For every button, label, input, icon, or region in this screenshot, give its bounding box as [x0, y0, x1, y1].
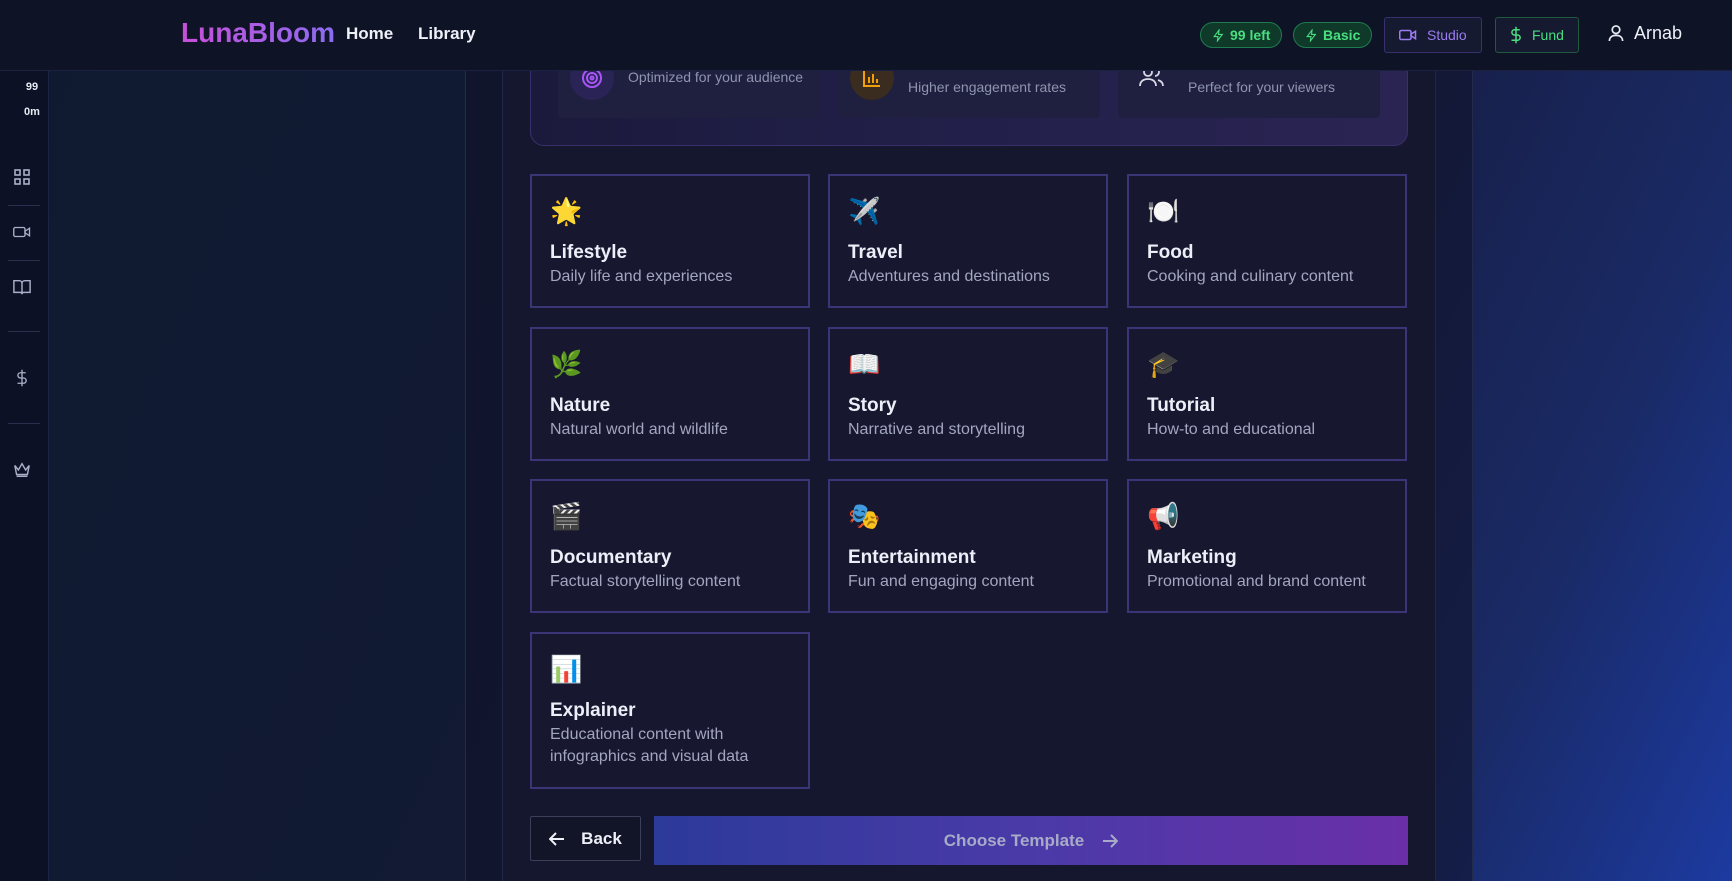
dollar-icon	[1511, 26, 1521, 44]
category-card-nature[interactable]: 🌿 Nature Natural world and wildlife	[530, 327, 810, 461]
category-description: How-to and educational	[1147, 421, 1316, 438]
arrow-right-icon	[1103, 833, 1119, 848]
credits-text: 99 left	[1230, 27, 1271, 43]
category-title: Entertainment	[848, 547, 976, 568]
fund-button[interactable]: Fund	[1495, 17, 1579, 53]
crown-icon[interactable]	[13, 461, 31, 479]
theater-masks-icon: 🎭	[848, 501, 881, 531]
category-card-travel[interactable]: ✈️ Travel Adventures and destinations	[828, 174, 1108, 308]
airplane-icon: ✈️	[848, 196, 881, 226]
category-card-explainer[interactable]: 📊 Explainer Educational content with inf…	[530, 632, 810, 789]
credits-badge: 99 left	[1200, 22, 1283, 48]
studio-button[interactable]: Studio	[1384, 17, 1482, 53]
app-logo[interactable]: LunaBloom	[181, 17, 335, 49]
category-description: Educational content with infographics an…	[550, 726, 749, 765]
category-card-documentary[interactable]: 🎬 Documentary Factual storytelling conte…	[530, 479, 810, 613]
clapper-board-icon: 🎬	[550, 501, 583, 531]
category-description: Factual storytelling content	[550, 573, 741, 590]
sidebar-divider	[8, 331, 40, 332]
plan-badge: Basic	[1293, 22, 1373, 48]
herb-icon: 🌿	[550, 349, 583, 379]
category-card-tutorial[interactable]: 🎓 Tutorial How-to and educational	[1127, 327, 1407, 461]
category-title: Food	[1147, 242, 1194, 263]
category-description: Fun and engaging content	[848, 573, 1034, 590]
back-label: Back	[581, 828, 622, 848]
lightning-icon	[1213, 28, 1224, 42]
category-card-lifestyle[interactable]: 🌟 Lifestyle Daily life and experiences	[530, 174, 810, 308]
category-title: Travel	[848, 242, 903, 263]
category-card-story[interactable]: 📖 Story Narrative and storytelling	[828, 327, 1108, 461]
benefit-text: Higher engagement rates	[908, 79, 1066, 95]
graduation-cap-icon: 🎓	[1147, 349, 1180, 379]
video-camera-icon	[1399, 29, 1417, 41]
open-book-icon: 📖	[848, 349, 881, 379]
top-navigation-bar: LunaBloom Home Library 99 left Basic Stu…	[0, 0, 1732, 71]
left-sidebar: 99 0m	[0, 71, 49, 881]
category-title: Documentary	[550, 547, 672, 568]
video-icon[interactable]	[13, 223, 31, 241]
sidebar-divider	[8, 423, 40, 424]
time-remaining: 0m	[24, 106, 40, 118]
benefit-text: Perfect for your viewers	[1188, 79, 1336, 95]
lightning-icon	[1306, 28, 1317, 42]
choose-template-button[interactable]: Choose Template	[654, 816, 1408, 865]
category-description: Narrative and storytelling	[848, 421, 1025, 438]
credit-count: 99	[25, 81, 39, 93]
dollar-icon[interactable]	[13, 369, 31, 387]
dashboard-icon[interactable]	[13, 168, 31, 186]
category-description: Adventures and destinations	[848, 268, 1050, 285]
category-card-entertainment[interactable]: 🎭 Entertainment Fun and engaging content	[828, 479, 1108, 613]
category-title: Lifestyle	[550, 242, 628, 263]
sidebar-divider	[8, 260, 40, 261]
arrow-left-icon	[549, 831, 565, 846]
user-name: Arnab	[1634, 23, 1683, 43]
nav-home-link[interactable]: Home	[346, 24, 393, 44]
megaphone-icon: 📢	[1147, 501, 1180, 531]
category-description: Natural world and wildlife	[550, 421, 728, 438]
category-title: Marketing	[1147, 547, 1237, 568]
choose-template-label: Choose Template	[943, 830, 1085, 850]
user-menu[interactable]: Arnab	[1608, 23, 1682, 44]
nav-library-link[interactable]: Library	[418, 24, 476, 44]
category-card-food[interactable]: 🍽️ Food Cooking and culinary content	[1127, 174, 1407, 308]
category-title: Nature	[550, 395, 611, 416]
fund-label: Fund	[1532, 27, 1564, 43]
plan-text: Basic	[1323, 27, 1361, 43]
user-icon	[1608, 25, 1624, 42]
category-title: Tutorial	[1147, 395, 1216, 416]
category-description: Promotional and brand content	[1147, 573, 1366, 590]
studio-label: Studio	[1427, 27, 1467, 43]
category-card-marketing[interactable]: 📢 Marketing Promotional and brand conten…	[1127, 479, 1407, 613]
category-description: Cooking and culinary content	[1147, 268, 1354, 285]
back-button[interactable]: Back	[530, 816, 641, 861]
category-title: Explainer	[550, 700, 636, 721]
plate-icon: 🍽️	[1147, 196, 1180, 226]
star-icon: 🌟	[550, 196, 583, 226]
book-icon[interactable]	[13, 278, 31, 296]
category-title: Story	[848, 395, 897, 416]
category-description: Daily life and experiences	[550, 268, 733, 285]
bar-chart-icon: 📊	[550, 654, 583, 684]
sidebar-divider	[8, 205, 40, 206]
